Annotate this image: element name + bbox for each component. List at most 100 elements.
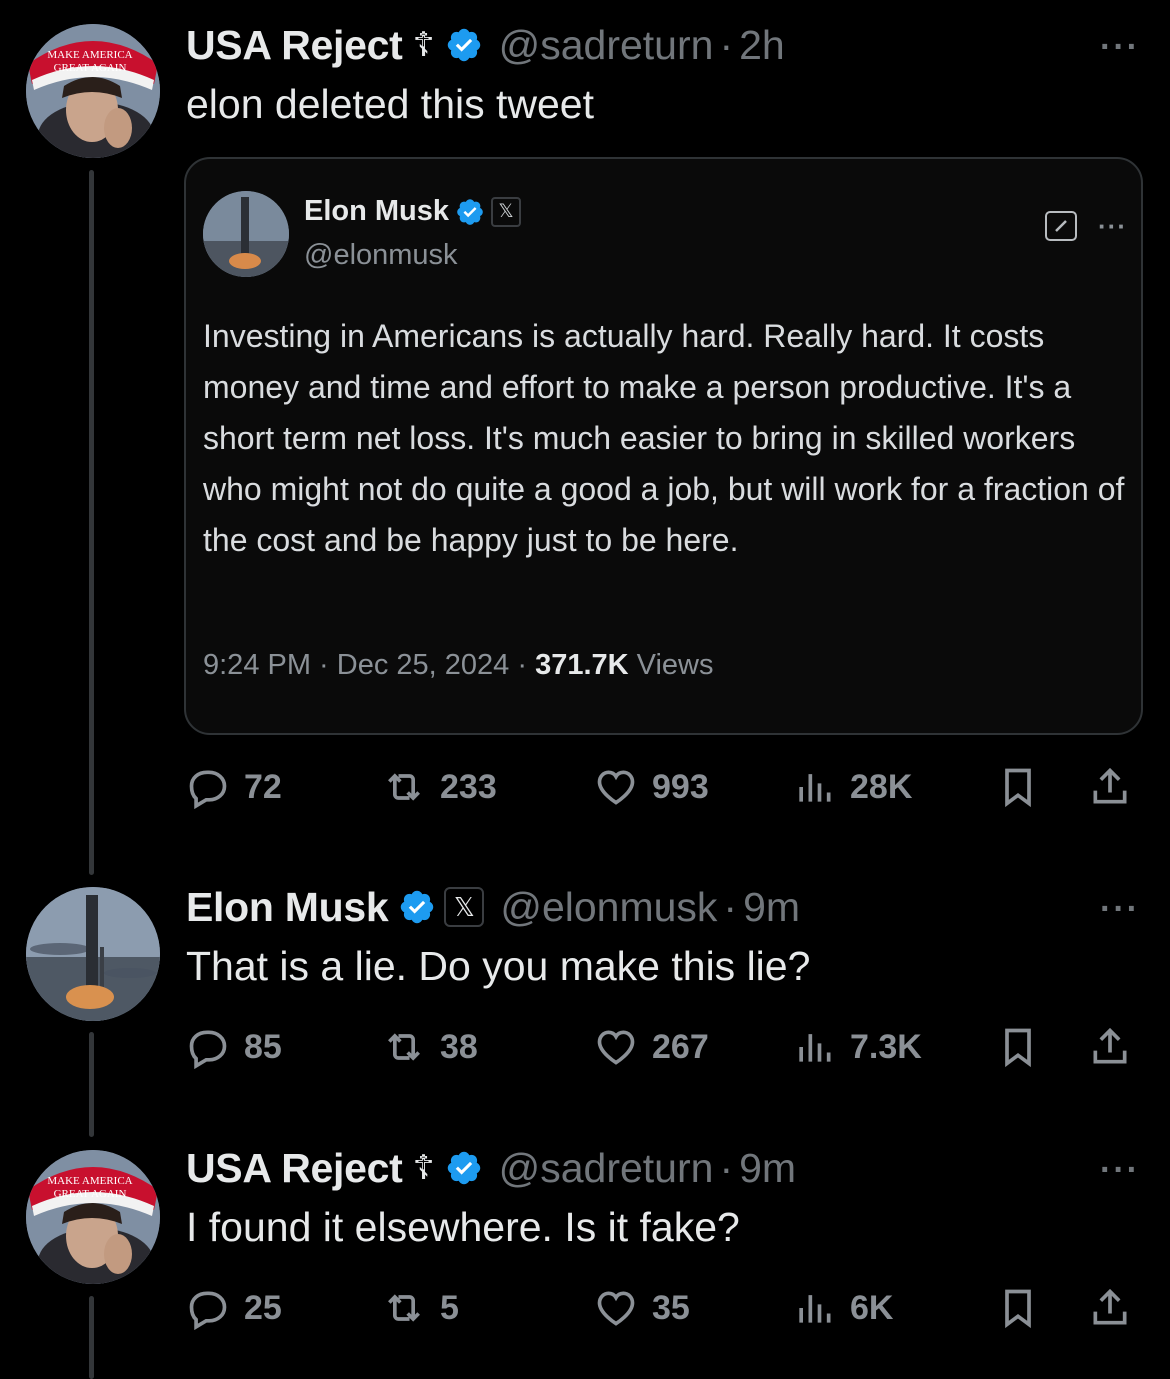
hat-text-line-1: MAKE AMERICA	[47, 1175, 132, 1187]
separator: ·	[723, 883, 738, 930]
more-icon[interactable]: ···	[1100, 890, 1140, 929]
views-button[interactable]: 6K	[792, 1280, 893, 1336]
verified-icon	[457, 198, 483, 225]
view-count: 6K	[850, 1288, 894, 1327]
avatar[interactable]: MAKE AMERICA GREAT AGAIN	[26, 24, 160, 158]
share-icon	[1093, 1288, 1127, 1325]
views-button[interactable]: 28K	[792, 759, 912, 815]
bookmark-button[interactable]	[996, 1280, 1040, 1336]
action-bar: 72 233 993 28K	[186, 759, 1146, 815]
hat-text-line-2: GREAT AGAIN	[54, 1188, 127, 1200]
like-count: 35	[652, 1288, 690, 1327]
tweet-content: USA Reject ☦ @sadreturn · 2h ··· elon de…	[186, 18, 1140, 132]
quote-handle: @elonmusk	[304, 239, 458, 271]
repost-count: 233	[440, 767, 497, 806]
verified-icon	[447, 28, 480, 62]
share-icon	[1093, 1027, 1127, 1064]
views-button[interactable]: 7.3K	[792, 1019, 922, 1075]
reply-count: 85	[244, 1027, 282, 1066]
repost-icon	[388, 1294, 420, 1322]
grok-icon	[1045, 211, 1077, 241]
reply-button[interactable]: 85	[186, 1019, 282, 1075]
thread-line	[89, 1296, 94, 1379]
display-name[interactable]: USA Reject	[186, 1145, 403, 1192]
view-count: 28K	[850, 767, 913, 806]
tweet-header: Elon Musk 𝕏 @elonmusk · 9m	[186, 880, 1140, 934]
share-button[interactable]	[1088, 1280, 1132, 1336]
like-button[interactable]: 993	[594, 759, 709, 815]
avatar-image: MAKE AMERICA GREAT AGAIN	[26, 1150, 160, 1284]
more-icon[interactable]: ···	[1100, 1151, 1140, 1190]
verified-icon	[447, 1151, 480, 1185]
like-icon	[597, 770, 635, 805]
verified-icon	[401, 890, 434, 924]
reply-icon	[189, 770, 227, 809]
bookmark-icon	[1005, 768, 1031, 808]
thread-line	[89, 1032, 94, 1137]
quote-display-name: Elon Musk	[304, 195, 450, 227]
rocket-launch-image	[203, 191, 289, 277]
quote-header: Elon Musk 𝕏	[304, 195, 522, 228]
name-symbol: ☦	[412, 26, 435, 64]
thread-view: MAKE AMERICA GREAT AGAIN USA Reject ☦ @s…	[0, 0, 1170, 1379]
bookmark-button[interactable]	[996, 1019, 1040, 1075]
views-icon	[799, 774, 831, 802]
action-bar: 25 5 35 6K	[186, 1280, 1146, 1336]
repost-icon	[388, 773, 420, 801]
quote-views-label: Views	[628, 649, 714, 681]
x-affiliation-badge: 𝕏	[491, 196, 522, 227]
repost-button[interactable]: 233	[382, 759, 497, 815]
repost-button[interactable]: 5	[382, 1280, 459, 1336]
share-button[interactable]	[1088, 1019, 1132, 1075]
bookmark-button[interactable]	[996, 759, 1040, 815]
timestamp[interactable]: 2h	[739, 22, 785, 69]
reply-button[interactable]: 25	[186, 1280, 282, 1336]
tweet-header: USA Reject ☦ @sadreturn · 2h	[186, 18, 1140, 72]
reply-button[interactable]: 72	[186, 759, 282, 815]
action-bar: 85 38 267 7.3K	[186, 1019, 1146, 1075]
bookmark-icon	[1005, 1028, 1031, 1068]
tweet-content: Elon Musk 𝕏 @elonmusk · 9m ··· That is a…	[186, 880, 1140, 994]
like-button[interactable]: 267	[594, 1019, 709, 1075]
quote-avatar	[203, 191, 289, 277]
views-icon	[799, 1034, 831, 1062]
handle[interactable]: @sadreturn	[499, 1145, 714, 1192]
like-count: 993	[652, 767, 709, 806]
reply-count: 25	[244, 1288, 282, 1327]
repost-button[interactable]: 38	[382, 1019, 478, 1075]
like-button[interactable]: 35	[594, 1280, 690, 1336]
views-icon	[799, 1295, 831, 1323]
repost-icon	[388, 1033, 420, 1061]
share-icon	[1093, 767, 1127, 804]
separator: ·	[719, 1144, 734, 1191]
view-count: 7.3K	[850, 1027, 922, 1066]
like-count: 267	[652, 1027, 709, 1066]
avatar[interactable]: MAKE AMERICA GREAT AGAIN	[26, 1150, 160, 1284]
repost-count: 38	[440, 1027, 478, 1066]
hat-text-line-1: MAKE AMERICA	[47, 49, 132, 61]
quote-view-count: 371.7K	[535, 649, 629, 681]
timestamp[interactable]: 9m	[743, 884, 800, 931]
reply-icon	[189, 1291, 227, 1330]
display-name[interactable]: USA Reject	[186, 22, 403, 69]
more-icon: ···	[1098, 211, 1127, 241]
timestamp[interactable]: 9m	[739, 1145, 796, 1192]
handle[interactable]: @sadreturn	[499, 22, 714, 69]
x-affiliation-badge[interactable]: 𝕏	[444, 887, 485, 927]
tweet-text: I found it elsewhere. Is it fake?	[186, 1204, 740, 1250]
thread-line	[89, 170, 94, 875]
tweet-text: That is a lie. Do you make this lie?	[186, 943, 811, 989]
tweet-text: elon deleted this tweet	[186, 81, 594, 127]
like-icon	[597, 1030, 635, 1065]
more-icon[interactable]: ···	[1100, 28, 1140, 67]
hat-text-line-2: GREAT AGAIN	[54, 62, 127, 74]
name-symbol: ☦	[412, 1149, 435, 1187]
avatar[interactable]	[26, 887, 160, 1021]
embedded-screenshot[interactable]: Elon Musk 𝕏 @elonmusk ··· Investing in A…	[184, 157, 1143, 735]
share-button[interactable]	[1088, 759, 1132, 815]
tweet-content: USA Reject ☦ @sadreturn · 9m ··· I found…	[186, 1141, 1140, 1255]
like-icon	[597, 1291, 635, 1326]
display-name[interactable]: Elon Musk	[186, 884, 389, 931]
handle[interactable]: @elonmusk	[500, 884, 717, 931]
quote-timestamp: 9:24 PM · Dec 25, 2024 ·	[203, 649, 536, 681]
